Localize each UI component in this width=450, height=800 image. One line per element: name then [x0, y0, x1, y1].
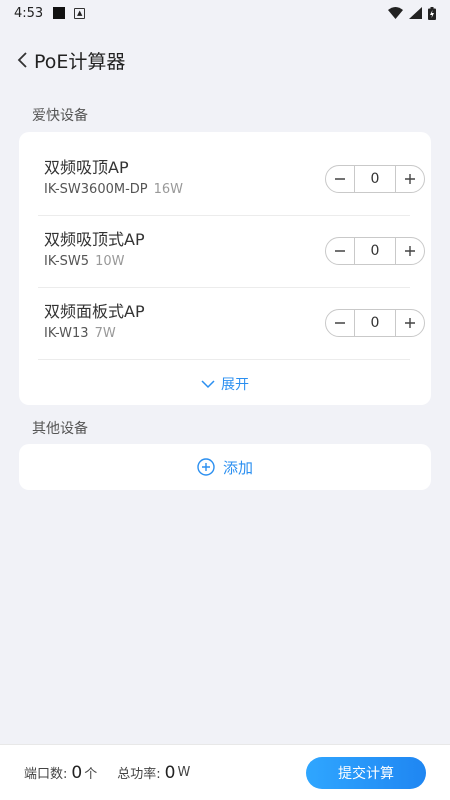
device-row: 双频面板式AP IK-W13 7W 0: [38, 288, 425, 360]
add-device-button[interactable]: 添加: [19, 444, 431, 490]
ports-value: 0: [71, 762, 83, 783]
section-label-ikuai: 爱快设备: [32, 108, 88, 124]
wifi-icon: [388, 7, 403, 19]
device-watt: 16W: [153, 182, 184, 197]
other-device-card: 添加: [19, 444, 431, 490]
chevron-down-icon: [201, 379, 215, 388]
minus-icon: [335, 250, 345, 252]
quantity-value[interactable]: 0: [354, 238, 396, 264]
minus-icon: [335, 322, 345, 324]
notification-square-icon: [53, 7, 66, 19]
battery-icon: [428, 6, 436, 20]
quantity-stepper: 0: [325, 237, 425, 265]
plus-icon: [405, 174, 415, 184]
status-bar: 4:53 ▲: [0, 0, 450, 26]
device-info: IK-W13 7W: [44, 326, 116, 341]
quantity-value[interactable]: 0: [354, 166, 396, 192]
app-header: PoE计算器: [0, 40, 450, 80]
add-circle-icon: [197, 458, 215, 476]
back-chevron-icon: [17, 52, 27, 68]
add-label: 添加: [222, 458, 253, 477]
device-name: 双频面板式AP: [44, 302, 145, 321]
signal-icon: [409, 7, 422, 19]
page-title: PoE计算器: [34, 50, 126, 73]
bottom-bar: 端口数: 0 个 总功率: 0 W 提交计算: [0, 744, 450, 800]
expand-button[interactable]: 展开: [19, 370, 431, 398]
device-model: IK-W13: [44, 326, 89, 341]
power-value: 0: [164, 762, 176, 783]
device-watt: 7W: [94, 326, 116, 341]
increment-button[interactable]: [396, 238, 424, 264]
ikuai-device-card: 双频吸顶AP IK-SW3600M-DP 16W 0 双频吸顶式AP IK-SW5…: [19, 132, 431, 405]
submit-button[interactable]: 提交计算: [306, 757, 426, 789]
plus-icon: [405, 318, 415, 328]
device-watt: 10W: [95, 254, 125, 269]
increment-button[interactable]: [396, 310, 424, 336]
device-name: 双频吸顶式AP: [44, 230, 145, 249]
device-model: IK-SW5: [44, 254, 90, 269]
section-label-other: 其他设备: [32, 421, 88, 437]
decrement-button[interactable]: [326, 310, 354, 336]
device-model: IK-SW3600M-DP: [44, 182, 148, 197]
expand-label: 展开: [221, 377, 249, 393]
power-label: 总功率:: [117, 767, 161, 782]
minus-icon: [335, 178, 345, 180]
ports-unit: 个: [84, 767, 98, 782]
decrement-button[interactable]: [326, 166, 354, 192]
increment-button[interactable]: [396, 166, 424, 192]
plus-icon: [405, 246, 415, 256]
decrement-button[interactable]: [326, 238, 354, 264]
power-unit: W: [177, 765, 191, 780]
back-button[interactable]: [16, 48, 34, 72]
quantity-stepper: 0: [325, 165, 425, 193]
device-info: IK-SW5 10W: [44, 254, 124, 269]
device-info: IK-SW3600M-DP 16W: [44, 182, 183, 197]
ports-label: 端口数:: [24, 767, 68, 782]
device-row: 双频吸顶AP IK-SW3600M-DP 16W 0: [38, 144, 425, 216]
device-row: 双频吸顶式AP IK-SW5 10W 0: [38, 216, 425, 288]
quantity-value[interactable]: 0: [354, 310, 396, 336]
status-time: 4:53: [14, 5, 44, 21]
device-name: 双频吸顶AP: [44, 158, 129, 177]
quantity-stepper: 0: [325, 309, 425, 337]
notification-app-icon: ▲: [74, 7, 86, 19]
